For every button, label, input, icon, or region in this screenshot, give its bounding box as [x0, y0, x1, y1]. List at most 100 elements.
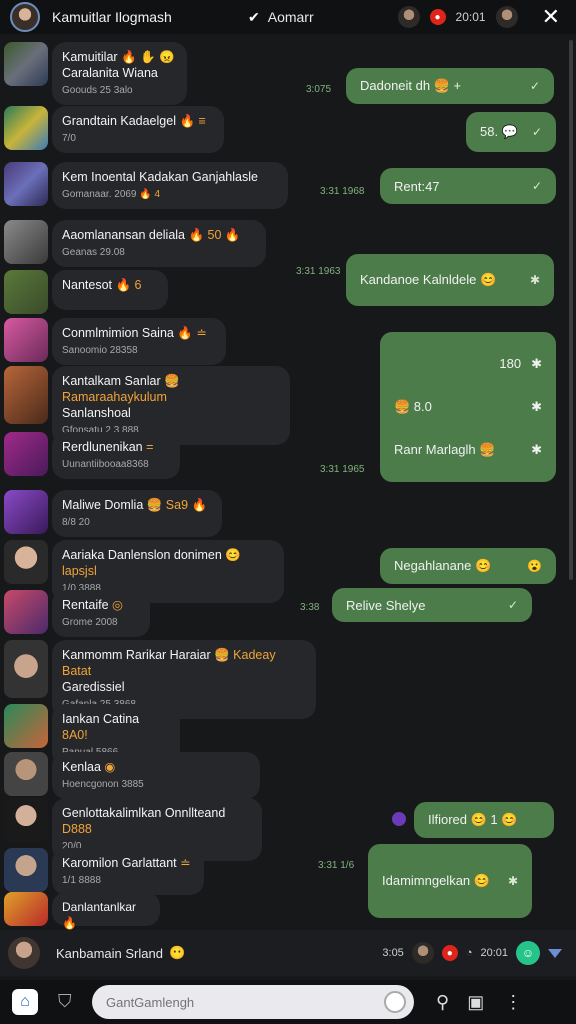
user-avatar — [4, 798, 48, 842]
game-thumbnail — [4, 162, 48, 206]
center-label[interactable]: Aomarr — [268, 9, 314, 25]
star-icon: ✱ — [531, 398, 542, 414]
list-item[interactable]: Kamuitilar 🔥 ✋ 😠 Caralanita Wiana Goouds… — [4, 42, 187, 105]
camera-icon[interactable]: ▣ — [467, 992, 484, 1013]
timer-icon: ◔ — [465, 947, 473, 959]
read-tick-icon: ✓ — [531, 125, 542, 139]
outgoing-bubble[interactable]: Negahlanane 😊 😮 — [380, 548, 556, 584]
link-icon[interactable]: ⚲ — [436, 992, 449, 1013]
down-arrow-icon[interactable] — [548, 948, 562, 958]
message-time: 3:31 1968 — [320, 186, 365, 197]
home-icon[interactable]: ⌂ — [12, 989, 38, 1015]
list-item[interactable]: Conmlmimion Saina 🔥 ≐ Sanoomio 28358 — [4, 318, 226, 365]
footer-right: 3:05 ● ◔ 20:01 ☺ — [382, 941, 562, 965]
outgoing-text: 🍔 8.0 — [394, 398, 432, 414]
top-bar: Kamuitlar Ilogmash ✔ Aomarr ● 20:01 ✕ — [0, 0, 576, 34]
contact-avatar-2[interactable] — [495, 6, 518, 28]
message-bubble: Danlantanlkar 🔥 — [52, 892, 160, 930]
star-icon: ✱ — [507, 874, 518, 888]
game-thumbnail — [4, 432, 48, 476]
outgoing-text: Idamimngelkan 😊 — [382, 873, 490, 888]
star-icon: ✱ — [531, 442, 542, 458]
message-bubble: Rerdlunenikan = Uunantiibooaa8368 — [52, 432, 180, 479]
list-item[interactable]: Kenlaa ◉ Hoencgonon 3885 — [4, 752, 260, 799]
star-icon: ✱ — [529, 273, 540, 287]
message-time: 3:31 1965 — [320, 464, 365, 475]
message-bubble: Kem Inoental Kadakan Ganjahlasle Gomanaa… — [52, 162, 288, 209]
emoji-icon: 😮 — [527, 559, 542, 573]
list-item[interactable]: Rentaife ◎ Grome 2008 — [4, 590, 150, 637]
outgoing-bubble[interactable]: Kandanoe Kalnldele 😊 ✱ — [346, 254, 554, 306]
message-bubble: Conmlmimion Saina 🔥 ≐ Sanoomio 28358 — [52, 318, 226, 365]
read-tick-icon: ✓ — [507, 598, 518, 612]
notification-badge: ● — [429, 9, 446, 25]
message-bubble: Nantesot 🔥 6 — [52, 270, 168, 310]
list-item[interactable]: Aaomlanansan deliala 🔥 50 🔥 Geanas 29.08 — [4, 220, 266, 267]
game-thumbnail — [4, 318, 48, 362]
outgoing-bubble[interactable]: Idamimngelkan 😊 ✱ — [368, 844, 532, 918]
message-time: 3:38 — [300, 602, 320, 613]
star-icon: ✱ — [531, 355, 542, 371]
game-thumbnail — [4, 106, 48, 150]
purple-dot-icon — [392, 812, 406, 826]
message-time: 3:075 — [306, 84, 332, 95]
read-tick-icon: ✓ — [531, 179, 542, 193]
outgoing-bubble-group[interactable]: 180 ✱ 🍔 8.0 ✱ Ranr Marlaglh 🍔 ✱ — [380, 332, 556, 482]
list-item[interactable]: Maliwe Domlia 🍔 Sa9 🔥 8/8 20 — [4, 490, 222, 537]
list-item[interactable]: Karomilon Garlattant ≐ 1/1 8888 — [4, 848, 204, 895]
game-thumbnail — [4, 490, 48, 534]
outgoing-text: Rent:47 — [394, 178, 440, 194]
current-chat-row[interactable]: Kanbamain Srland 😶 3:05 ● ◔ 20:01 ☺ — [0, 930, 576, 976]
outgoing-bubble[interactable]: Dadoneit dh 🍔 + ✓ — [346, 68, 554, 104]
message-bubble: Grandtain Kadaelgel 🔥 ≡ 7/0 — [52, 106, 224, 153]
outgoing-bubble[interactable]: Relive Shelye ✓ — [332, 588, 532, 622]
user-avatar — [4, 752, 48, 796]
message-bubble: Aaomlanansan deliala 🔥 50 🔥 Geanas 29.08 — [52, 220, 266, 267]
shield-icon[interactable]: ⛉ — [58, 991, 80, 1013]
game-thumbnail — [4, 892, 48, 926]
top-right: ● 20:01 ✕ — [397, 4, 560, 30]
contact-avatar[interactable] — [397, 6, 420, 28]
list-item[interactable]: Rerdlunenikan = Uunantiibooaa8368 — [4, 432, 180, 479]
list-item[interactable]: Kem Inoental Kadakan Ganjahlasle Gomanaa… — [4, 162, 288, 209]
list-item[interactable]: Danlantanlkar 🔥 — [4, 892, 160, 930]
smile-icon[interactable]: ☺ — [516, 941, 540, 965]
list-item[interactable]: Nantesot 🔥 6 — [4, 270, 168, 314]
scrollbar[interactable] — [569, 40, 573, 580]
input-wrapper — [80, 985, 414, 1019]
footer-time: 20:01 — [480, 947, 508, 959]
profile-avatar[interactable] — [10, 2, 40, 32]
outgoing-text: Kandanoe Kalnldele 😊 — [360, 272, 497, 287]
game-thumbnail — [4, 270, 48, 314]
game-thumbnail — [4, 220, 48, 264]
message-bubble: Kamuitilar 🔥 ✋ 😠 Caralanita Wiana Goouds… — [52, 42, 187, 105]
message-time: 3:31 1/6 — [318, 860, 355, 871]
message-time: 3:31 1963 — [296, 266, 341, 277]
outgoing-text: 58. 💬 — [480, 124, 518, 139]
user-avatar — [4, 540, 48, 584]
outgoing-bubble[interactable]: Rent:47 ✓ — [380, 168, 556, 204]
message-bubble: Kenlaa ◉ Hoencgonon 3885 — [52, 752, 260, 799]
shield-icon: ✔ — [248, 8, 260, 25]
message-input[interactable] — [92, 985, 414, 1019]
game-thumbnail — [4, 42, 48, 86]
footer-meta: 3:05 — [382, 947, 404, 959]
game-thumbnail — [4, 590, 48, 634]
outgoing-text: Dadoneit dh 🍔 + — [360, 78, 462, 93]
more-icon[interactable]: ⋮ — [504, 992, 522, 1013]
clock-icon[interactable] — [384, 991, 406, 1013]
message-bubble: Maliwe Domlia 🍔 Sa9 🔥 8/8 20 — [52, 490, 222, 537]
top-center: ✔ Aomarr — [248, 9, 314, 26]
chat-avatar — [8, 937, 40, 969]
outgoing-bubble[interactable]: Ilfiored 😊 1 😊 — [414, 802, 554, 838]
alert-icon: ● — [441, 945, 458, 961]
user-avatar — [4, 640, 48, 698]
list-item[interactable]: Grandtain Kadaelgel 🔥 ≡ 7/0 — [4, 106, 224, 153]
game-thumbnail — [4, 704, 48, 748]
outgoing-bubble[interactable]: 58. 💬 ✓ — [466, 112, 556, 152]
chat-title: Kamuitlar Ilogmash — [52, 9, 172, 25]
user-avatar — [4, 848, 48, 892]
close-icon[interactable]: ✕ — [542, 4, 560, 30]
game-thumbnail — [4, 366, 48, 424]
message-bubble: Rentaife ◎ Grome 2008 — [52, 590, 150, 637]
